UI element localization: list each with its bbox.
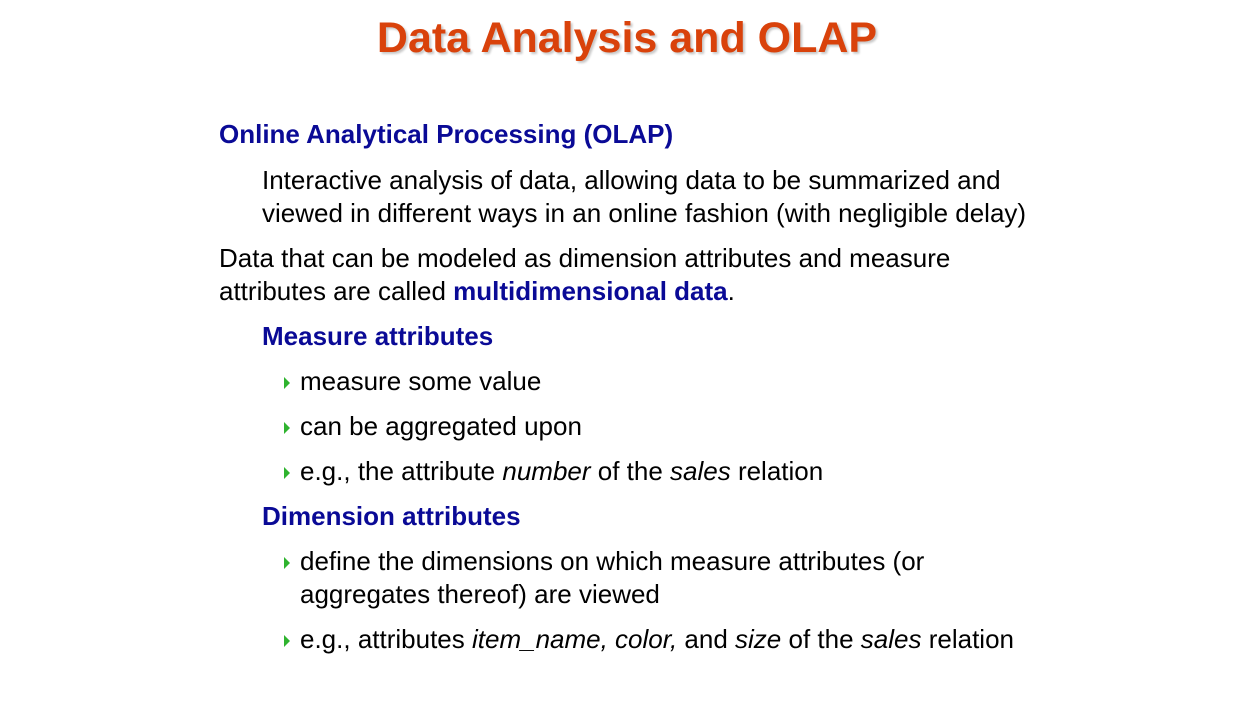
- text-segment: of the: [590, 456, 671, 486]
- italic-term: size: [735, 624, 782, 654]
- dimension-bullet-2-text: e.g., attributes item_name, color, and s…: [300, 624, 1014, 654]
- triangle-right-icon: [282, 365, 292, 398]
- multidimensional-paragraph: Data that can be modeled as dimension at…: [219, 242, 1039, 308]
- dimension-bullet-1-text: define the dimensions on which measure a…: [300, 546, 925, 609]
- measure-bullet-3: e.g., the attribute number of the sales …: [219, 455, 1119, 488]
- text-segment: e.g., the attribute: [300, 456, 503, 486]
- triangle-right-icon: [282, 623, 292, 656]
- triangle-right-icon: [282, 455, 292, 488]
- slide-content: Online Analytical Processing (OLAP) Inte…: [219, 117, 1119, 656]
- olap-definition: Interactive analysis of data, allowing d…: [262, 165, 1027, 228]
- dimension-attributes-heading: Dimension attributes: [262, 501, 521, 531]
- slide-title: Data Analysis and OLAP: [376, 14, 878, 62]
- italic-term: sales: [860, 624, 922, 654]
- measure-bullet-3-text: e.g., the attribute number of the sales …: [300, 456, 823, 486]
- dimension-bullet-1: define the dimensions on which measure a…: [219, 545, 1000, 611]
- italic-term: item_name, color,: [471, 624, 678, 654]
- text-segment: and: [677, 624, 736, 654]
- measure-bullet-2: can be aggregated upon: [219, 410, 1119, 443]
- measure-attributes-heading: Measure attributes: [262, 321, 494, 351]
- text-segment: e.g., attributes: [300, 624, 472, 654]
- text-segment: relation: [730, 456, 824, 486]
- italic-term: sales: [670, 456, 731, 486]
- olap-heading: Online Analytical Processing (OLAP): [219, 119, 674, 149]
- measure-bullet-1: measure some value: [219, 365, 1119, 398]
- dimension-bullet-2: e.g., attributes item_name, color, and s…: [219, 623, 1119, 656]
- text-segment: relation: [921, 624, 1014, 654]
- triangle-right-icon: [282, 410, 292, 443]
- measure-bullet-1-text: measure some value: [300, 366, 542, 396]
- italic-term: number: [502, 456, 591, 486]
- multidimensional-term: multidimensional data: [453, 276, 728, 306]
- measure-bullet-2-text: can be aggregated upon: [300, 411, 582, 441]
- text-segment: of the: [781, 624, 861, 654]
- multidimensional-period: .: [727, 276, 735, 306]
- triangle-right-icon: [282, 545, 292, 578]
